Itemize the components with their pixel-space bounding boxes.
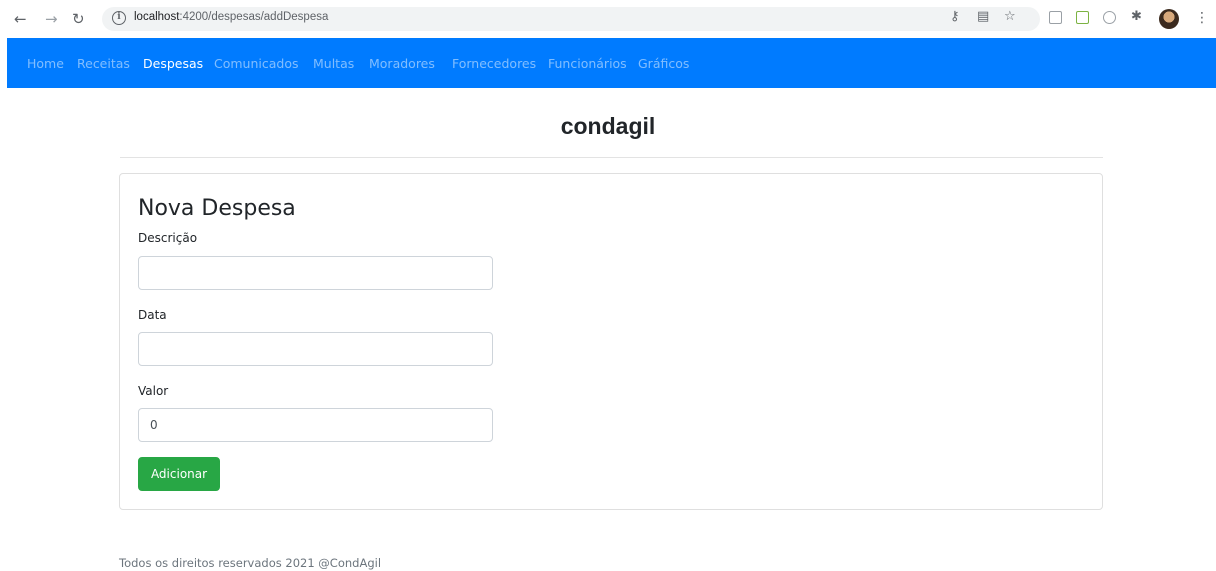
nav-home[interactable]: Home — [27, 56, 64, 71]
extension-icon[interactable] — [1049, 11, 1062, 24]
header-divider — [120, 157, 1103, 158]
profile-avatar[interactable] — [1159, 9, 1179, 29]
extension-icon[interactable] — [1103, 11, 1116, 24]
translate-icon[interactable]: ▤ — [977, 9, 989, 24]
nav-multas[interactable]: Multas — [313, 56, 354, 71]
descricao-label: Descrição — [138, 231, 198, 245]
address-bar[interactable]: i localhost:4200/despesas/addDespesa — [102, 7, 1040, 31]
form-title: Nova Despesa — [138, 196, 296, 221]
nav-funcionarios[interactable]: Funcionários — [548, 56, 627, 71]
nav-comunicados[interactable]: Comunicados — [214, 56, 299, 71]
menu-icon[interactable]: ⋮ — [1195, 10, 1209, 26]
valor-input[interactable]: 0 — [138, 408, 493, 442]
page-brand: condagil — [560, 113, 656, 139]
key-icon[interactable]: ⚷ — [950, 9, 960, 24]
info-icon[interactable]: i — [112, 11, 126, 25]
extension-icon[interactable] — [1076, 11, 1089, 24]
browser-toolbar: ← → ↻ i localhost:4200/despesas/addDespe… — [0, 0, 1216, 38]
back-icon[interactable]: ← — [14, 10, 27, 28]
nav-despesas[interactable]: Despesas — [143, 56, 203, 71]
nav-fornecedores[interactable]: Fornecedores — [452, 56, 536, 71]
url-host: localhost — [134, 11, 180, 23]
nav-receitas[interactable]: Receitas — [77, 56, 130, 71]
footer-text: Todos os direitos reservados 2021 @CondA… — [119, 556, 382, 570]
data-input[interactable] — [138, 332, 493, 366]
url-path: :4200/despesas/addDespesa — [179, 11, 329, 23]
adicionar-button[interactable]: Adicionar — [138, 457, 220, 491]
data-label: Data — [138, 308, 167, 322]
valor-label: Valor — [138, 384, 169, 398]
reload-icon[interactable]: ↻ — [72, 10, 85, 28]
descricao-input[interactable] — [138, 256, 493, 290]
nav-moradores[interactable]: Moradores — [369, 56, 435, 71]
puzzle-icon[interactable]: ✱ — [1131, 9, 1142, 24]
star-icon[interactable]: ☆ — [1004, 9, 1016, 24]
url-text[interactable]: localhost:4200/despesas/addDespesa — [134, 11, 328, 23]
forward-icon[interactable]: → — [45, 10, 58, 28]
main-navbar: Home Receitas Despesas Comunicados Multa… — [7, 38, 1216, 88]
nav-graficos[interactable]: Gráficos — [638, 56, 689, 71]
